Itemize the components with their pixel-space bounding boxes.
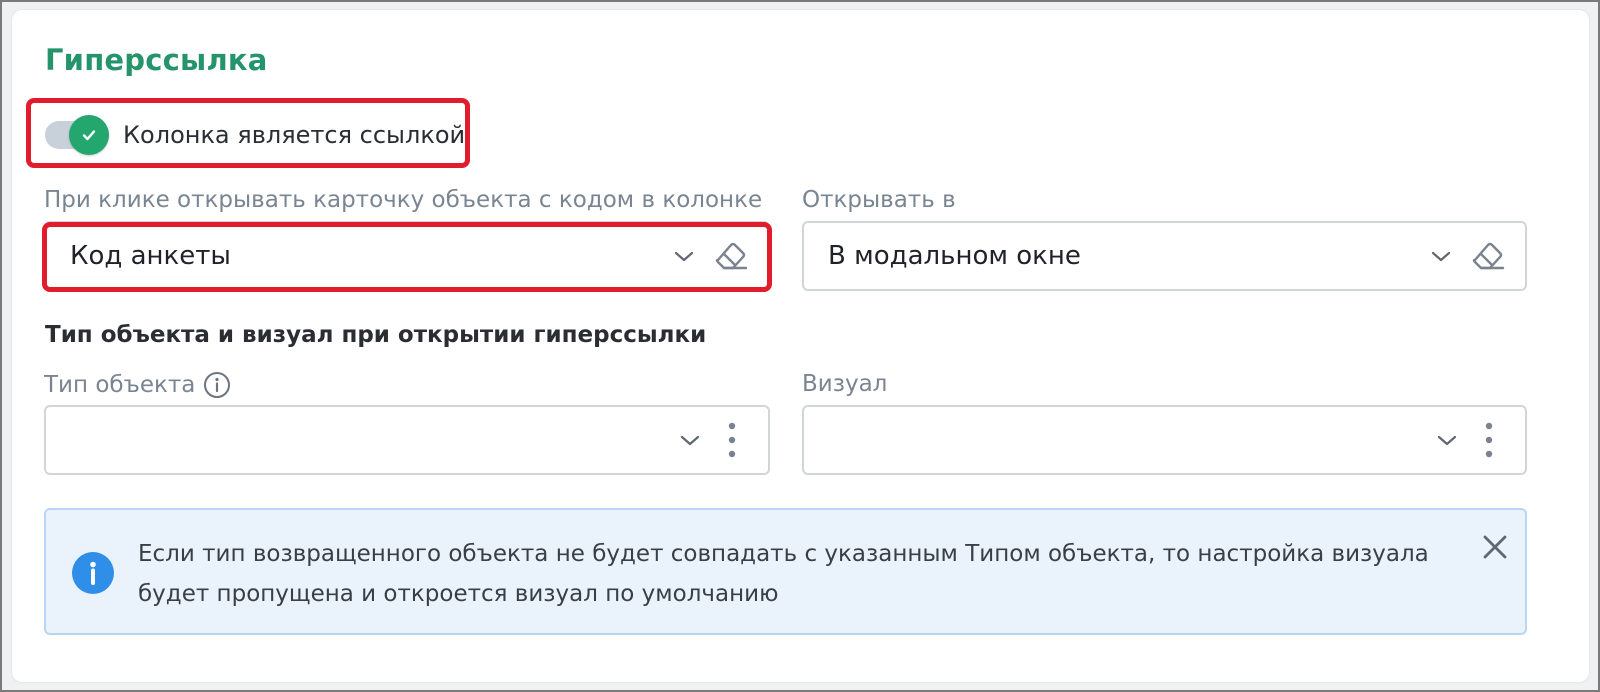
object-card-label: При клике открывать карточку объекта с к… <box>44 187 763 213</box>
info-icon <box>72 552 114 594</box>
chevron-down-icon[interactable] <box>668 240 700 272</box>
open-in-label: Открывать в <box>802 187 956 213</box>
toggle-label: Колонка является ссылкой <box>123 121 466 149</box>
object-type-label-text: Тип объекта <box>44 372 196 398</box>
visual-select[interactable] <box>802 405 1527 475</box>
visual-label: Визуал <box>802 371 888 397</box>
close-icon[interactable] <box>1478 530 1512 564</box>
object-type-select[interactable] <box>44 405 770 475</box>
chevron-down-icon[interactable] <box>1425 240 1457 272</box>
group-title: Тип объекта и визуал при открытии гиперс… <box>45 322 707 348</box>
toggle-knob <box>69 115 109 155</box>
section-title: Гиперссылка <box>45 43 268 77</box>
chevron-down-icon[interactable] <box>1431 424 1463 456</box>
object-type-label: Тип объекта <box>44 371 231 399</box>
link-toggle-row: Колонка является ссылкой <box>45 113 465 157</box>
open-in-value: В модальном окне <box>828 241 1081 271</box>
eraser-icon[interactable] <box>1467 236 1507 276</box>
info-alert: Если тип возвращенного объекта не будет … <box>44 508 1527 635</box>
object-card-select[interactable]: Код анкеты <box>44 221 770 291</box>
eraser-icon[interactable] <box>710 236 750 276</box>
chevron-down-icon[interactable] <box>674 424 706 456</box>
object-card-value: Код анкеты <box>70 241 231 271</box>
link-toggle[interactable] <box>45 115 109 155</box>
more-vertical-icon[interactable] <box>1477 420 1501 460</box>
alert-text: Если тип возвращенного объекта не будет … <box>138 541 1429 607</box>
check-icon <box>82 130 96 141</box>
open-in-select[interactable]: В модальном окне <box>802 221 1527 291</box>
more-vertical-icon[interactable] <box>720 420 744 460</box>
info-icon[interactable] <box>203 371 231 399</box>
